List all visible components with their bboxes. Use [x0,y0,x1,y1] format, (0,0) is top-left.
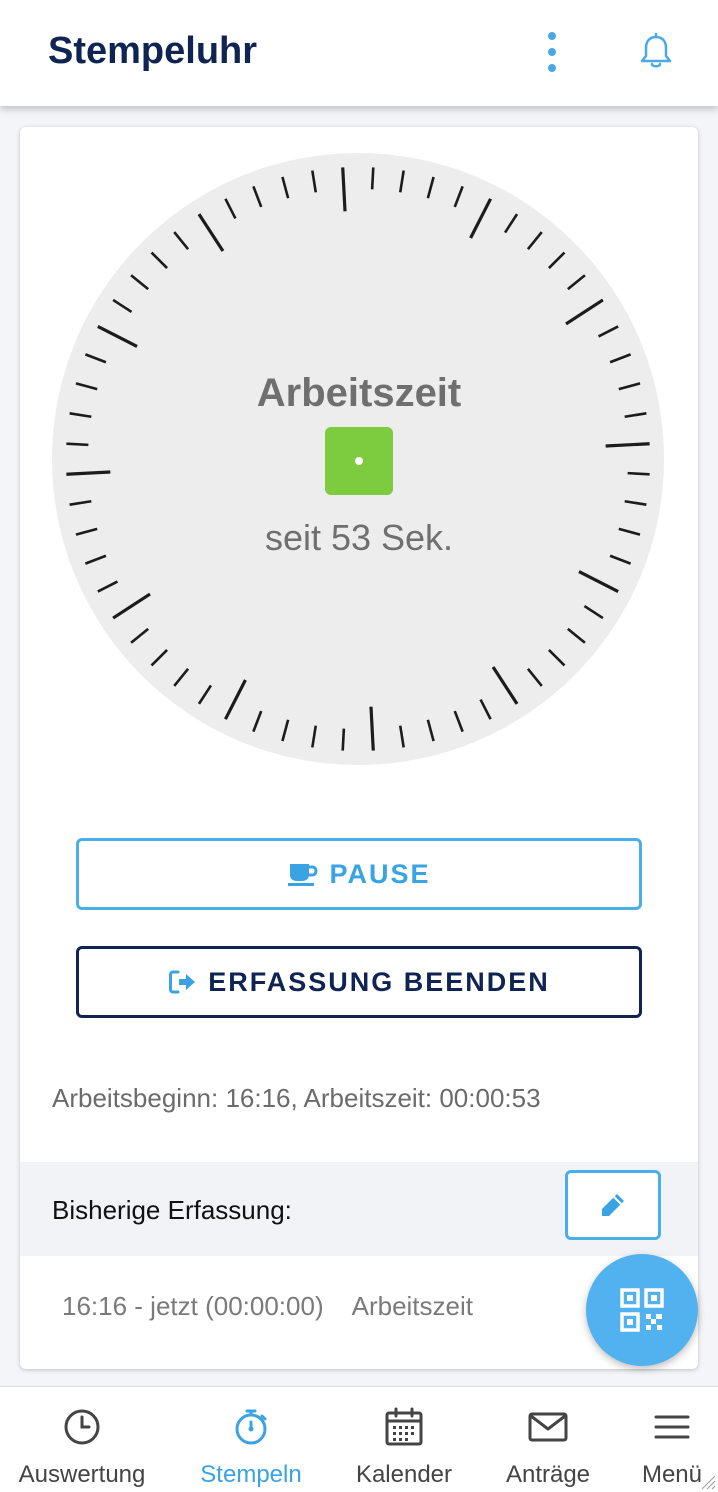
sign-out-icon [169,970,196,994]
pencil-icon [602,1194,624,1216]
history-title: Bisherige Erfassung: [52,1195,292,1225]
end-recording-button[interactable]: ERFASSUNG BEENDEN [76,946,642,1018]
page-title: Stempeluhr [48,30,258,72]
elapsed-time-text: seit 53 Sek. [264,517,454,558]
edit-history-button[interactable] [565,1170,661,1240]
clock-icon [64,1409,100,1445]
list-item: 16:16 - jetzt (00:00:00) Arbeitszeit [62,1291,473,1322]
nav-item-kalender[interactable]: Kalender [350,1387,458,1492]
entry-type: Arbeitszeit [351,1291,473,1321]
app-header: Stempeluhr [0,0,718,106]
clock-status-label: Arbeitszeit [256,371,462,415]
stopwatch-icon [235,1409,267,1445]
history-header: Bisherige Erfassung: [20,1162,698,1256]
app-root: Stempeluhr Arbeitszeit seit 53 Sek. PAUS… [0,0,718,1492]
pause-button[interactable]: PAUSE [76,838,642,910]
nav-label-auswertung: Auswertung [18,1461,146,1488]
hamburger-menu-icon [654,1415,690,1439]
calendar-icon [385,1407,423,1446]
nav-label-antraege: Anträge [505,1461,591,1488]
qr-code-icon [620,1288,664,1332]
nav-label-menue: Menü [641,1461,703,1488]
envelope-icon [528,1412,568,1442]
work-summary-text: Arbeitsbeginn: 16:16, Arbeitszeit: 00:00… [52,1083,541,1113]
dial-minor-tick [66,442,89,447]
clock-card: Arbeitszeit seit 53 Sek. PAUSE ERFASSUNG… [20,127,698,1369]
nav-label-stempeln: Stempeln [200,1461,302,1488]
dial-minor-tick [370,167,375,190]
more-vertical-icon [548,32,556,40]
nav-item-antraege[interactable]: Anträge [500,1387,596,1492]
resize-grip-icon [701,1475,716,1490]
dial-minor-tick [627,471,650,476]
working-status-indicator [325,427,393,495]
nav-label-kalender: Kalender [355,1461,453,1488]
dial-minor-tick [341,728,346,751]
notifications-button[interactable] [632,28,680,76]
bell-icon [640,32,672,68]
end-recording-label: ERFASSUNG BEENDEN [208,966,550,997]
qr-scan-button[interactable] [586,1254,698,1366]
more-menu-button[interactable] [530,26,574,78]
entry-time: 16:16 - jetzt (00:00:00) [62,1291,324,1321]
pause-button-label: PAUSE [329,858,431,889]
bottom-navigation: Auswertung Stempeln Kalender Anträge Men… [0,1386,718,1492]
coffee-cup-icon [288,864,318,886]
nav-item-auswertung[interactable]: Auswertung [14,1387,150,1492]
nav-item-stempeln[interactable]: Stempeln [188,1387,314,1492]
